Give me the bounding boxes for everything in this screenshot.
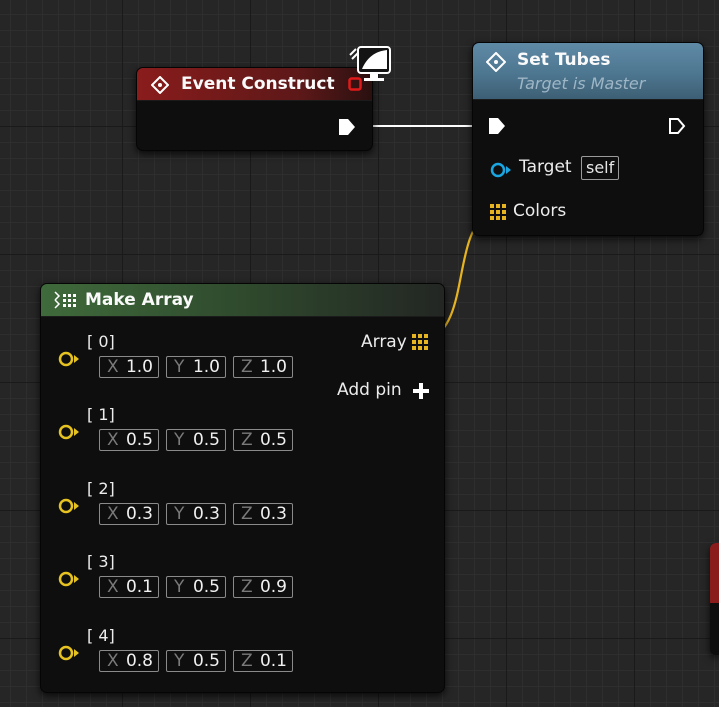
- y-field[interactable]: Y 0.3: [166, 503, 226, 525]
- vector-pin-icon[interactable]: [57, 350, 81, 368]
- element-index-label: [ 1]: [87, 405, 115, 424]
- set-tubes-node[interactable]: Set Tubes Target is Master Target self C…: [472, 42, 704, 236]
- vector-pin-icon[interactable]: [57, 570, 81, 588]
- y-field[interactable]: Y 1.0: [166, 356, 226, 378]
- vector-fields: X 0.3 Y 0.3 Z 0.3: [99, 503, 293, 525]
- y-axis-label: Y: [174, 651, 185, 671]
- event-construct-title: Event Construct: [181, 74, 335, 94]
- x-value: 0.5: [125, 430, 153, 450]
- z-axis-label: Z: [241, 577, 253, 597]
- set-tubes-subtitle: Target is Master: [517, 74, 646, 93]
- make-array-header[interactable]: Make Array: [41, 284, 444, 317]
- event-construct-header[interactable]: Event Construct: [137, 68, 372, 101]
- array-pin-icon[interactable]: [490, 204, 506, 220]
- y-value: 0.3: [192, 504, 220, 524]
- y-value: 0.5: [192, 577, 220, 597]
- vector-fields: X 1.0 Y 1.0 Z 1.0: [99, 356, 293, 378]
- set-tubes-header[interactable]: Set Tubes Target is Master: [473, 43, 703, 100]
- function-diamond-icon: [486, 52, 506, 72]
- exec-out-pin-icon[interactable]: [667, 116, 687, 136]
- x-field[interactable]: X 1.0: [99, 356, 159, 378]
- colors-pin-label: Colors: [513, 201, 567, 221]
- y-axis-label: Y: [174, 577, 185, 597]
- widget-icon: [349, 46, 391, 81]
- y-axis-label: Y: [174, 357, 185, 377]
- z-field[interactable]: Z 1.0: [233, 356, 293, 378]
- z-field[interactable]: Z 0.5: [233, 429, 293, 451]
- z-axis-label: Z: [241, 651, 253, 671]
- y-field[interactable]: Y 0.5: [166, 429, 226, 451]
- z-value: 0.1: [259, 651, 287, 671]
- make-array-title: Make Array: [85, 290, 194, 310]
- offscreen-node-edge[interactable]: [710, 543, 719, 655]
- x-value: 1.0: [125, 357, 153, 377]
- plus-icon: [413, 383, 429, 399]
- array-output-pin-icon[interactable]: [412, 334, 428, 350]
- x-axis-label: X: [107, 430, 119, 450]
- x-value: 0.3: [125, 504, 153, 524]
- element-index-label: [ 2]: [87, 479, 115, 498]
- element-index-label: [ 4]: [87, 626, 115, 645]
- z-field[interactable]: Z 0.3: [233, 503, 293, 525]
- array-element-3: [ 3] X 0.1 Y 0.5 Z 0.9: [41, 550, 341, 604]
- offscreen-node-header: [710, 543, 719, 603]
- make-array-icon: [54, 291, 76, 309]
- make-array-node[interactable]: Make Array Array Add pin [ 0] X 1.0 Y 1.0 …: [40, 283, 445, 693]
- target-self-field[interactable]: self: [581, 156, 620, 180]
- z-field[interactable]: Z 0.1: [233, 650, 293, 672]
- vector-pin-icon[interactable]: [57, 423, 81, 441]
- y-field[interactable]: Y 0.5: [166, 576, 226, 598]
- y-value: 1.0: [192, 357, 220, 377]
- z-value: 0.9: [259, 577, 287, 597]
- vector-pin-icon[interactable]: [57, 497, 81, 515]
- vector-fields: X 0.8 Y 0.5 Z 0.1: [99, 650, 293, 672]
- x-axis-label: X: [107, 651, 119, 671]
- vector-fields: X 0.1 Y 0.5 Z 0.9: [99, 576, 293, 598]
- x-field[interactable]: X 0.1: [99, 576, 159, 598]
- element-index-label: [ 3]: [87, 552, 115, 571]
- array-element-2: [ 2] X 0.3 Y 0.3 Z 0.3: [41, 477, 341, 531]
- y-value: 0.5: [192, 430, 220, 450]
- array-element-0: [ 0] X 1.0 Y 1.0 Z 1.0: [41, 330, 341, 384]
- vector-fields: X 0.5 Y 0.5 Z 0.5: [99, 429, 293, 451]
- z-axis-label: Z: [241, 357, 253, 377]
- event-construct-node[interactable]: Event Construct: [136, 67, 373, 151]
- x-value: 0.8: [125, 651, 153, 671]
- y-value: 0.5: [192, 651, 220, 671]
- array-element-1: [ 1] X 0.5 Y 0.5 Z 0.5: [41, 403, 341, 457]
- target-pin-icon[interactable]: [489, 161, 513, 179]
- x-axis-label: X: [107, 577, 119, 597]
- exec-in-pin-icon[interactable]: [487, 116, 507, 136]
- z-value: 1.0: [259, 357, 287, 377]
- x-axis-label: X: [107, 504, 119, 524]
- x-field[interactable]: X 0.5: [99, 429, 159, 451]
- vector-pin-icon[interactable]: [57, 644, 81, 662]
- z-value: 0.3: [259, 504, 287, 524]
- z-field[interactable]: Z 0.9: [233, 576, 293, 598]
- array-element-4: [ 4] X 0.8 Y 0.5 Z 0.1: [41, 624, 341, 678]
- array-output-label: Array: [361, 332, 407, 352]
- y-field[interactable]: Y 0.5: [166, 650, 226, 672]
- add-pin-button[interactable]: Add pin: [337, 379, 431, 403]
- z-axis-label: Z: [241, 430, 253, 450]
- x-field[interactable]: X 0.3: [99, 503, 159, 525]
- exec-out-pin-icon[interactable]: [337, 117, 357, 137]
- y-axis-label: Y: [174, 504, 185, 524]
- x-axis-label: X: [107, 357, 119, 377]
- x-value: 0.1: [125, 577, 153, 597]
- event-diamond-icon: [151, 76, 169, 94]
- element-index-label: [ 0]: [87, 332, 115, 351]
- target-pin-label: Target: [519, 157, 572, 177]
- z-axis-label: Z: [241, 504, 253, 524]
- add-pin-label: Add pin: [337, 380, 402, 400]
- z-value: 0.5: [259, 430, 287, 450]
- set-tubes-title: Set Tubes: [517, 50, 611, 70]
- y-axis-label: Y: [174, 430, 185, 450]
- x-field[interactable]: X 0.8: [99, 650, 159, 672]
